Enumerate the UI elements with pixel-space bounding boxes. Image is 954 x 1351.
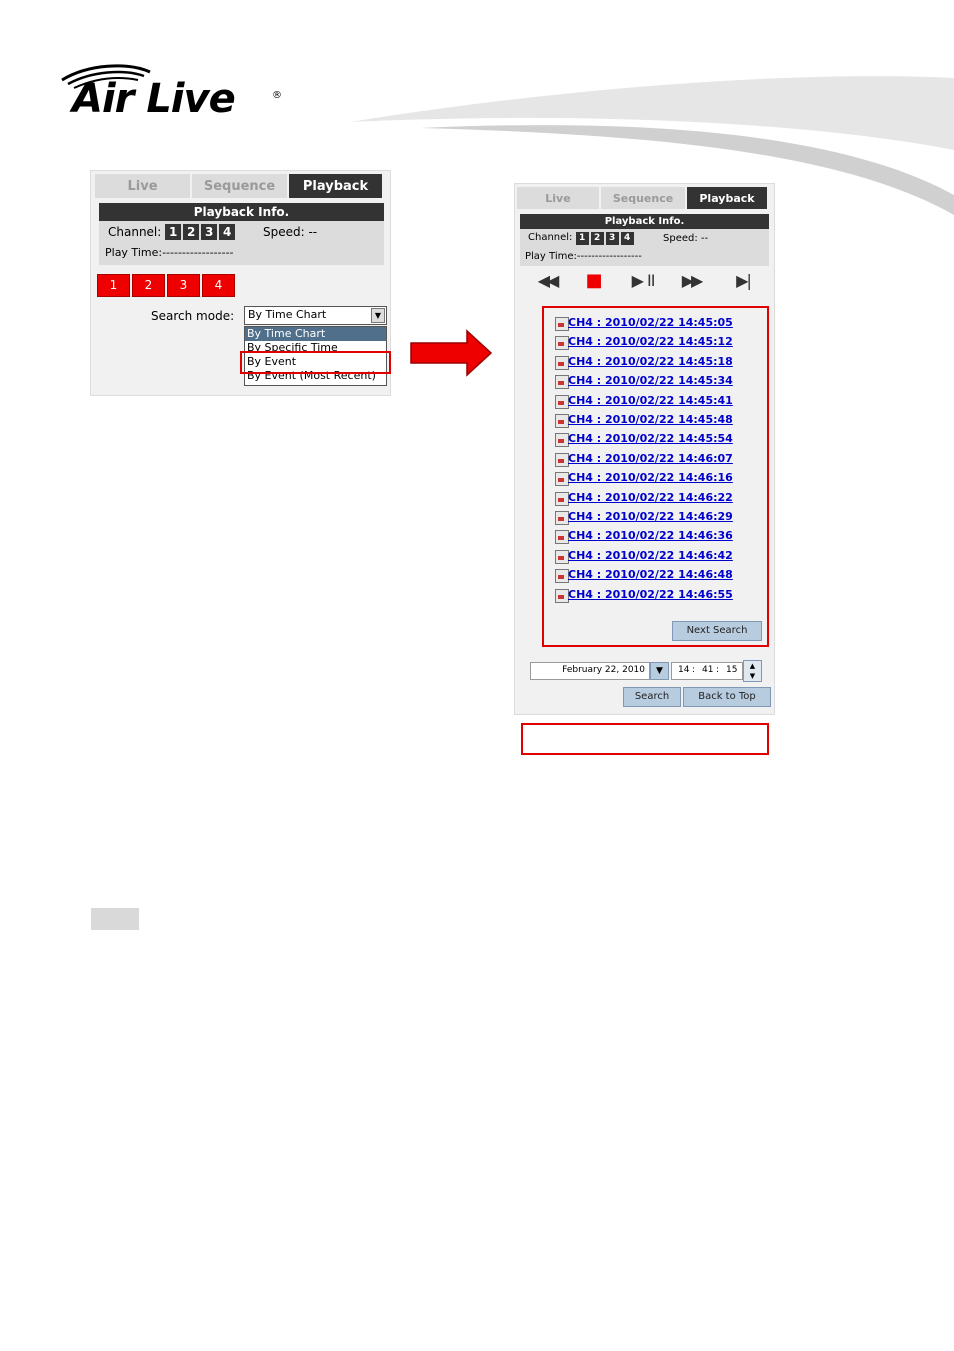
playback-info-box: Playback Info. Channel: 1234 Speed: -- P… bbox=[99, 203, 384, 265]
spin-up-icon[interactable]: ▲ bbox=[744, 661, 761, 671]
second-field[interactable]: 15 bbox=[726, 665, 737, 675]
airlive-logo: Air Live ® bbox=[58, 62, 288, 128]
date-value: February 22, 2010 bbox=[562, 665, 645, 675]
search-mode-label: Search mode: bbox=[151, 309, 235, 323]
back-to-top-button[interactable]: Back to Top bbox=[683, 687, 771, 707]
channel-2[interactable]: 2 bbox=[590, 232, 604, 245]
left-tab-bar: Live Sequence Playback bbox=[95, 174, 382, 198]
chevron-down-icon[interactable]: ▼ bbox=[371, 308, 385, 323]
calendar-dropdown-icon[interactable]: ▼ bbox=[650, 662, 669, 680]
grey-placeholder-block bbox=[91, 908, 139, 930]
arrow-right-icon bbox=[410, 329, 493, 377]
tab-sequence[interactable]: Sequence bbox=[192, 174, 287, 198]
channel-button-4[interactable]: 4 bbox=[202, 274, 235, 297]
fast-forward-icon[interactable]: ▶▶ bbox=[671, 270, 711, 292]
channel-button-2[interactable]: 2 bbox=[132, 274, 165, 297]
by-event-highlight-box bbox=[240, 351, 391, 374]
rewind-icon[interactable]: ◀◀ bbox=[527, 270, 567, 292]
speed-label: Speed: -- bbox=[663, 233, 709, 244]
tab-live[interactable]: Live bbox=[95, 174, 190, 198]
tab-live[interactable]: Live bbox=[517, 187, 599, 209]
time-input[interactable]: 14 : 41 : 15 bbox=[671, 662, 743, 680]
channel-3[interactable]: 3 bbox=[605, 232, 619, 245]
empty-highlight-box bbox=[521, 723, 769, 755]
tab-playback[interactable]: Playback bbox=[687, 187, 767, 209]
speed-label: Speed: -- bbox=[263, 225, 318, 239]
minute-field[interactable]: 41 bbox=[702, 665, 713, 675]
channel-label: Channel: bbox=[528, 232, 573, 243]
search-button[interactable]: Search bbox=[623, 687, 681, 707]
play-pause-icon[interactable]: ▶ II bbox=[623, 270, 663, 292]
channel-label: Channel: bbox=[108, 225, 162, 239]
channel-4[interactable]: 4 bbox=[219, 224, 236, 240]
registered-mark: ® bbox=[272, 90, 282, 101]
right-tab-bar: Live Sequence Playback bbox=[517, 187, 767, 209]
playback-info-title: Playback Info. bbox=[520, 214, 769, 229]
channel-2[interactable]: 2 bbox=[183, 224, 200, 240]
channel-button-1[interactable]: 1 bbox=[97, 274, 130, 297]
spin-down-icon[interactable]: ▼ bbox=[744, 671, 761, 681]
playback-info-box: Playback Info. Channel: 1234 Speed: -- P… bbox=[520, 214, 769, 266]
time-spinner[interactable]: ▲ ▼ bbox=[743, 660, 762, 682]
channel-4[interactable]: 4 bbox=[620, 232, 634, 245]
channel-1[interactable]: 1 bbox=[575, 232, 589, 245]
logo-wordmark: Air Live bbox=[72, 76, 236, 122]
search-mode-value: By Time Chart bbox=[248, 308, 327, 321]
option-by-time-chart[interactable]: By Time Chart bbox=[245, 327, 386, 341]
channel-1[interactable]: 1 bbox=[165, 224, 182, 240]
play-time-label: Play Time:------------------ bbox=[525, 251, 642, 262]
date-input[interactable]: February 22, 2010 bbox=[530, 662, 650, 680]
channel-3[interactable]: 3 bbox=[201, 224, 218, 240]
stop-icon[interactable]: ■ bbox=[579, 270, 609, 292]
next-icon[interactable]: ▶| bbox=[723, 270, 763, 292]
tab-sequence[interactable]: Sequence bbox=[601, 187, 685, 209]
hour-field[interactable]: 14 bbox=[678, 665, 689, 675]
tab-playback[interactable]: Playback bbox=[289, 174, 382, 198]
event-list-highlight-box bbox=[542, 306, 769, 647]
playback-info-title: Playback Info. bbox=[99, 203, 384, 221]
play-time-label: Play Time:------------------ bbox=[105, 246, 234, 259]
search-mode-select[interactable]: By Time Chart ▼ bbox=[244, 306, 387, 325]
channel-button-3[interactable]: 3 bbox=[167, 274, 200, 297]
